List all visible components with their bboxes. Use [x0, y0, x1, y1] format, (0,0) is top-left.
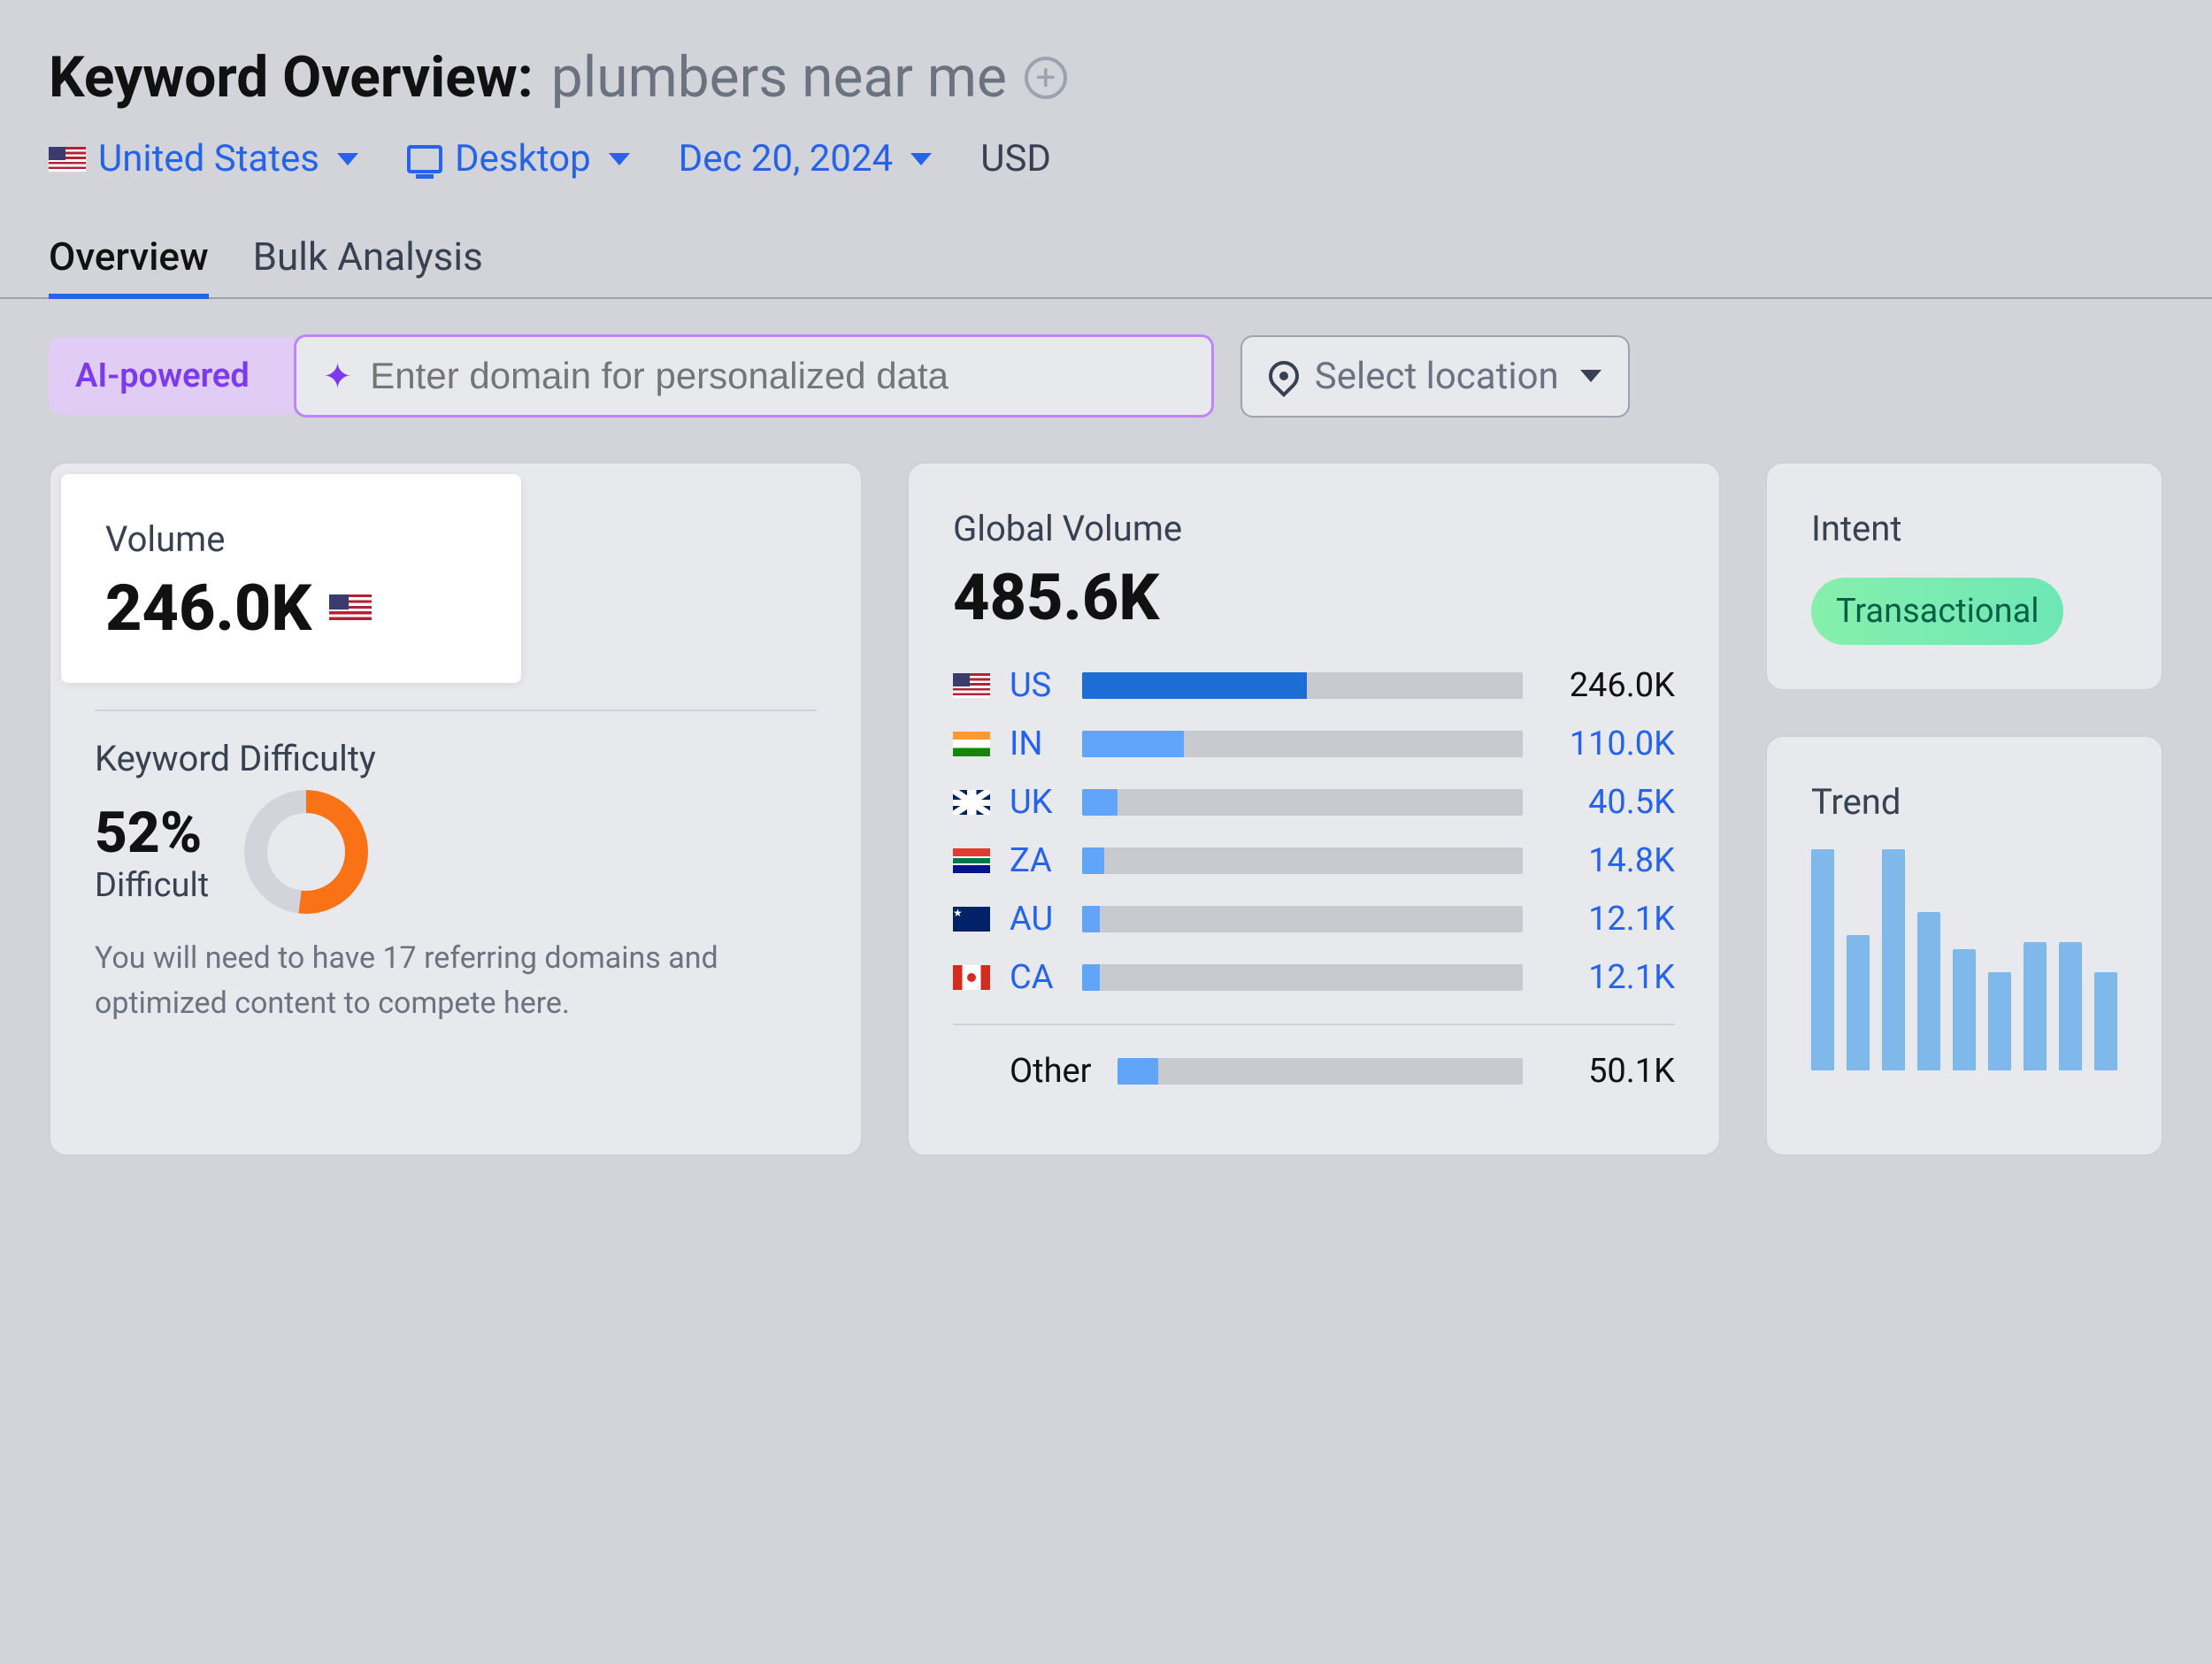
global-volume-label: Global Volume [953, 508, 1675, 549]
domain-input-wrapper[interactable]: ✦ [294, 334, 1214, 418]
flag-icon [953, 732, 990, 756]
gv-bar [1082, 731, 1523, 757]
flag-icon [953, 965, 990, 990]
device-filter-label: Desktop [455, 137, 591, 180]
date-filter-label: Dec 20, 2024 [679, 137, 894, 180]
trend-bar [1847, 935, 1870, 1070]
country-filter-label: United States [98, 137, 319, 180]
gv-bar [1082, 906, 1523, 932]
trend-bar [1882, 849, 1905, 1070]
gv-bar [1082, 847, 1523, 874]
page-title-label: Keyword Overview: [49, 44, 534, 111]
trend-chart [1811, 849, 2117, 1070]
trend-bar [2094, 972, 2117, 1070]
volume-value: 246.0K [105, 571, 311, 646]
trend-card: Trend [1765, 735, 2163, 1156]
add-keyword-icon[interactable]: + [1025, 57, 1067, 99]
gv-bar [1082, 789, 1523, 816]
domain-input[interactable] [370, 355, 1184, 397]
volume-card: Volume 246.0K Keyword Difficulty 52% Dif… [49, 462, 863, 1156]
device-filter[interactable]: Desktop [407, 137, 630, 180]
gv-value: 14.8K [1542, 841, 1675, 880]
location-select-label: Select location [1315, 355, 1559, 398]
gv-other-bar [1118, 1058, 1523, 1085]
us-flag-icon [49, 147, 86, 172]
global-volume-value: 485.6K [953, 560, 1675, 635]
gv-row[interactable]: CA 12.1K [953, 958, 1675, 997]
intent-label: Intent [1811, 508, 2117, 549]
kd-label: Keyword Difficulty [95, 738, 817, 779]
volume-label: Volume [105, 518, 477, 560]
trend-bar [2059, 942, 2082, 1070]
gv-value: 40.5K [1542, 783, 1675, 822]
gv-country: IN [1010, 725, 1063, 763]
kd-value: 52% [95, 800, 209, 866]
gv-country: AU [1010, 900, 1063, 939]
global-volume-card: Global Volume 485.6K US 246.0K IN 110.0K UK 4… [907, 462, 1721, 1156]
gv-row[interactable]: ZA 14.8K [953, 841, 1675, 880]
gv-country: ZA [1010, 841, 1063, 880]
tabs: Overview Bulk Analysis [0, 234, 2212, 299]
sparkle-icon: ✦ [323, 356, 353, 397]
gv-value: 12.1K [1542, 900, 1675, 939]
tab-bulk-analysis[interactable]: Bulk Analysis [253, 234, 483, 297]
gv-bar [1082, 672, 1523, 699]
kd-donut-chart [244, 790, 368, 914]
gv-value: 246.0K [1542, 666, 1675, 705]
desktop-icon [407, 145, 442, 173]
chevron-down-icon [1580, 370, 1601, 382]
gv-row[interactable]: AU 12.1K [953, 900, 1675, 939]
divider [953, 1024, 1675, 1025]
flag-icon [953, 848, 990, 873]
trend-bar [1811, 849, 1834, 1070]
gv-country: UK [1010, 783, 1063, 822]
pin-icon [1263, 355, 1305, 397]
flag-icon [953, 790, 990, 815]
page-title-keyword: plumbers near me [551, 44, 1007, 111]
trend-bar [1988, 972, 2011, 1070]
chevron-down-icon [609, 153, 630, 165]
intent-card: Intent Transactional [1765, 462, 2163, 691]
chevron-down-icon [337, 153, 358, 165]
ai-powered-badge: AI-powered [49, 337, 294, 415]
country-filter[interactable]: United States [49, 137, 358, 180]
gv-value: 110.0K [1542, 725, 1675, 763]
chevron-down-icon [910, 153, 932, 165]
us-flag-icon [329, 594, 372, 623]
gv-country: CA [1010, 958, 1063, 997]
date-filter[interactable]: Dec 20, 2024 [679, 137, 933, 180]
gv-other-label: Other [1010, 1052, 1098, 1091]
gv-row[interactable]: UK 40.5K [953, 783, 1675, 822]
intent-badge: Transactional [1811, 578, 2063, 645]
flag-icon [953, 673, 990, 698]
kd-level: Difficult [95, 866, 209, 905]
gv-row[interactable]: IN 110.0K [953, 725, 1675, 763]
location-select[interactable]: Select location [1240, 335, 1630, 418]
gv-value: 12.1K [1542, 958, 1675, 997]
tab-overview[interactable]: Overview [49, 234, 209, 297]
trend-label: Trend [1811, 781, 2117, 823]
trend-bar [2024, 942, 2047, 1070]
flag-icon [953, 907, 990, 932]
currency-label: USD [980, 137, 1051, 180]
volume-highlight: Volume 246.0K [61, 474, 521, 683]
trend-bar [1917, 912, 1940, 1070]
gv-row[interactable]: US 246.0K [953, 666, 1675, 705]
gv-country: US [1010, 666, 1063, 705]
divider [95, 709, 817, 711]
gv-bar [1082, 964, 1523, 991]
trend-bar [1953, 949, 1976, 1070]
kd-note: You will need to have 17 referring domai… [95, 936, 817, 1026]
gv-other-value: 50.1K [1542, 1052, 1675, 1091]
